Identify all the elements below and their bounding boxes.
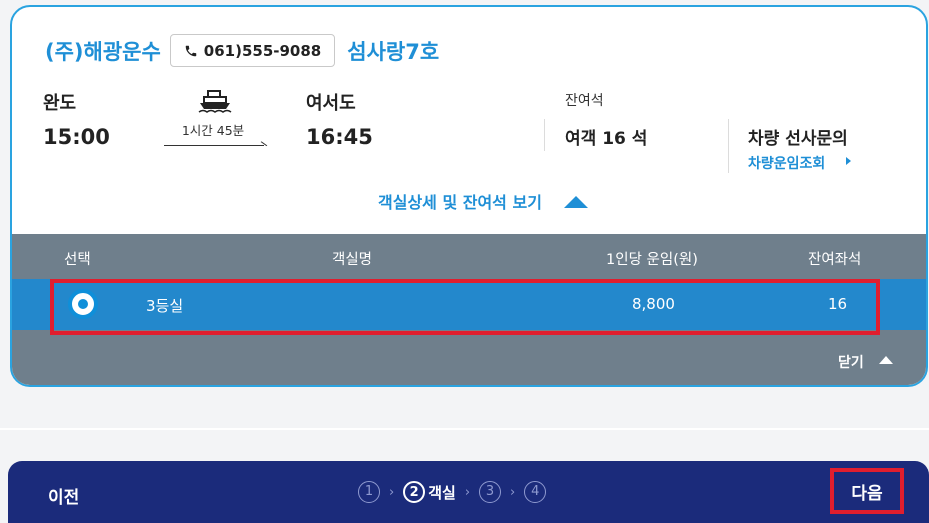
vehicle-seats: 차량 선사문의 [748,129,848,149]
room-detail-toggle[interactable]: 객실상세 및 잔여석 보기 [378,189,542,213]
step-separator-icon: › [389,484,395,500]
remaining-seats-label: 잔여석 [565,93,604,109]
step-3: 3 [479,481,502,503]
chevron-right-icon [846,157,851,165]
arrival-time: 16:45 [306,125,373,149]
departure-time: 15:00 [43,125,110,149]
col-select: 선택 [64,252,91,268]
step-indicator: 1 › 2 객실 › 3 › 4 [358,481,547,503]
step-1: 1 [358,481,380,503]
col-room-name: 객실명 [332,252,373,268]
divider [544,119,545,151]
vehicle-fare-link[interactable]: 차량운임조회 [748,153,825,173]
arrival-port: 여서도 [306,93,356,114]
step-navigation-bar: 이전 1 › 2 객실 › 3 › 4 다음 [8,461,929,523]
selection-highlight [50,279,880,335]
table-header: 선택 객실명 1인당 운임(원) 잔여좌석 [12,234,926,279]
caret-up-icon[interactable] [564,196,588,208]
step-4: 4 [524,481,547,503]
departure-port: 완도 [43,93,77,114]
step-2: 2 객실 [403,481,456,503]
step-separator-icon: › [510,484,516,500]
card-header: (주)해광운수 061)555-9088 섬사랑7호 [45,34,439,67]
travel-duration: 1시간 45분 [181,123,245,138]
route-arrow-icon [255,141,268,150]
ferry-card: (주)해광운수 061)555-9088 섬사랑7호 완도 15:00 1시간 … [10,5,928,387]
passenger-seats: 여객 16 석 [565,129,648,149]
route-line [164,145,264,146]
company-name: (주)해광운수 [45,39,161,64]
divider [728,119,729,173]
spacer [0,428,929,430]
caret-up-icon[interactable] [879,356,893,364]
room-table: 선택 객실명 1인당 운임(원) 잔여좌석 3등실 8,800 16 닫기 [12,234,926,385]
col-remaining: 잔여좌석 [808,252,862,268]
ferry-icon [198,90,232,113]
col-fare: 1인당 운임(원) [606,252,698,268]
phone-button[interactable]: 061)555-9088 [169,34,336,67]
next-button[interactable]: 다음 [830,468,904,514]
phone-icon [185,45,197,56]
prev-button[interactable]: 이전 [48,483,79,508]
phone-number: 061)555-9088 [203,41,322,60]
ship-name: 섬사랑7호 [347,39,440,64]
close-button[interactable]: 닫기 [838,352,864,372]
step-separator-icon: › [464,484,471,500]
